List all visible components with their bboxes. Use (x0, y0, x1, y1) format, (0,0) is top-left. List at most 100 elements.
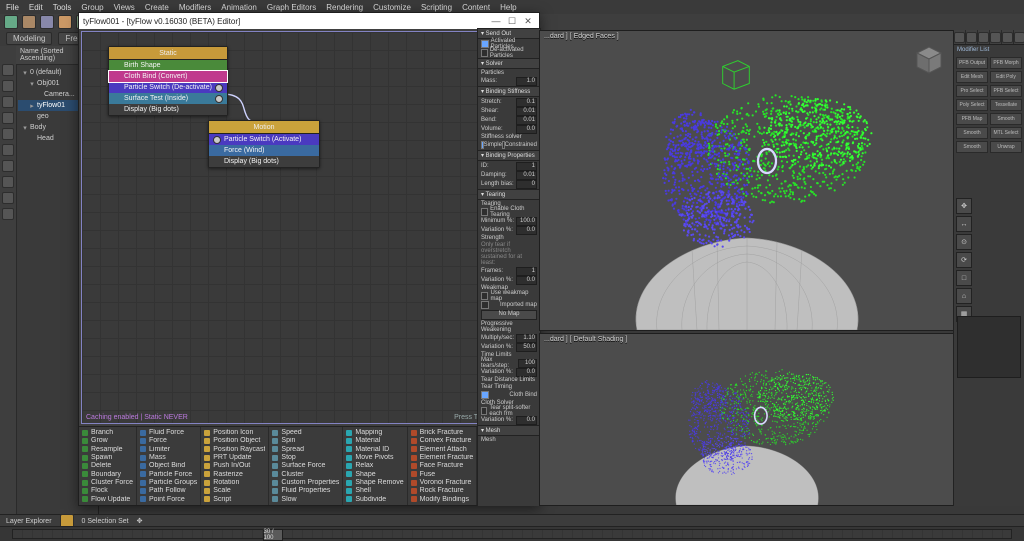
palette-operator[interactable]: Element Fracture (411, 454, 474, 461)
spinner-input[interactable]: 0.01 (516, 116, 537, 125)
menu-views[interactable]: Views (114, 3, 135, 12)
spinner-input[interactable]: 0.01 (516, 171, 537, 180)
palette-operator[interactable]: Object Bind (140, 462, 197, 469)
scene-filter-button[interactable] (2, 208, 14, 220)
modifier-button[interactable]: PFB Map (956, 113, 988, 125)
palette-operator[interactable]: Mapping (346, 429, 403, 436)
subobject-button[interactable]: ⟳ (956, 252, 972, 268)
palette-operator[interactable]: Fluid Force (140, 429, 197, 436)
operator-row[interactable]: Display (Big dots) (209, 156, 319, 167)
viewcube-icon[interactable] (905, 37, 947, 79)
scene-filter-button[interactable] (2, 64, 14, 76)
spinner-input[interactable]: 50.0 (516, 343, 537, 352)
modifier-stack-box[interactable] (957, 316, 1021, 378)
palette-operator[interactable]: Shape (346, 471, 403, 478)
menu-group[interactable]: Group (81, 3, 103, 12)
rollout-header[interactable]: ▾ Solver (478, 58, 540, 69)
palette-operator[interactable]: Cluster Force (82, 479, 133, 486)
menu-modifiers[interactable]: Modifiers (179, 3, 211, 12)
palette-operator[interactable]: Point Force (140, 496, 197, 503)
operator-row[interactable]: Display (Big dots) (109, 104, 227, 115)
command-panel[interactable]: Modifier List PFB OutputPFB MorphEdit Me… (953, 30, 1024, 506)
scene-explorer-toolbar[interactable] (0, 46, 17, 534)
palette-operator[interactable]: Particle Groups (140, 479, 197, 486)
palette-operator[interactable]: Boundary (82, 471, 133, 478)
subobject-button[interactable]: ⊙ (956, 234, 972, 250)
palette-operator[interactable]: Flock (82, 487, 133, 494)
palette-operator[interactable]: Fuse (411, 471, 474, 478)
modifier-button[interactable]: Edit Poly (990, 71, 1022, 83)
palette-operator[interactable]: Rasterize (204, 471, 265, 478)
palette-operator[interactable]: Custom Properties (272, 479, 339, 486)
tyflow-event-node[interactable]: StaticBirth ShapeCloth Bind (Convert)Par… (108, 46, 228, 116)
spinner-input[interactable]: 1 (516, 162, 537, 171)
viewport-bottom-label[interactable]: ...dard ] [ Default Shading ] (544, 336, 627, 343)
subobject-button[interactable]: ↔ (956, 216, 972, 232)
command-tab[interactable] (966, 30, 978, 44)
palette-operator[interactable]: Force (140, 437, 197, 444)
palette-operator[interactable]: Path Follow (140, 487, 197, 494)
viewport-top-label[interactable]: ...dard ] [ Edged Faces ] (544, 33, 619, 40)
toolbar-button[interactable] (40, 15, 54, 29)
palette-operator[interactable]: Limiter (140, 446, 197, 453)
close-button[interactable]: ✕ (521, 15, 535, 27)
modifier-buttons[interactable]: PFB OutputPFB MorphEdit MeshEdit PolyPro… (954, 55, 1024, 155)
palette-operator[interactable]: Cluster (272, 471, 339, 478)
tyflow-editor-window[interactable]: tyFlow001 - [tyFlow v0.16030 (BETA) Edit… (78, 12, 540, 506)
operator-row[interactable]: Force (Wind) (209, 145, 319, 156)
spinner-input[interactable]: 0.0 (516, 416, 537, 425)
menu-animation[interactable]: Animation (221, 3, 257, 12)
event-header[interactable]: Static (109, 47, 227, 60)
palette-operator[interactable]: Shape Remove (346, 479, 403, 486)
viewport-bottom[interactable]: ...dard ] [ Default Shading ] (539, 333, 954, 506)
viewport-area[interactable]: ...dard ] [ Edged Faces ] ...dard ] [ De… (539, 30, 954, 506)
palette-operator[interactable]: Surface Force (272, 462, 339, 469)
spinner-input[interactable]: 0.1 (516, 98, 537, 107)
palette-operator[interactable]: Rotation (204, 479, 265, 486)
tyflow-titlebar[interactable]: tyFlow001 - [tyFlow v0.16030 (BETA) Edit… (79, 13, 539, 29)
palette-operator[interactable]: Flow Update (82, 496, 133, 503)
selection-set-label[interactable]: 0 Selection Set (82, 518, 129, 525)
palette-operator[interactable]: Position Raycast (204, 446, 265, 453)
palette-operator[interactable]: Stop (272, 454, 339, 461)
transform-type-in-strip[interactable]: ✥↔⊙⟳□⌂▦ (956, 198, 972, 322)
time-slider-track[interactable]: 30 / 100 (12, 529, 1012, 539)
modifier-button[interactable]: Edit Mesh (956, 71, 988, 83)
radio-pair[interactable]: Simple Constrained (481, 141, 537, 149)
tyflow-node-canvas[interactable]: Caching enabled | Static NEVER Press TAB… (81, 31, 537, 424)
rollout-header[interactable]: ▾ Binding Properties (478, 150, 540, 161)
palette-operator[interactable]: Shell (346, 487, 403, 494)
check-option[interactable]: Enable Cloth Tearing (481, 208, 537, 216)
tyflow-operator-rollouts[interactable]: ▾ Send OutActivated ParticlesDe-activate… (477, 28, 541, 506)
palette-operator[interactable]: Relax (346, 462, 403, 469)
scene-filter-button[interactable] (2, 80, 14, 92)
check-option[interactable]: Cloth Bind (481, 391, 537, 399)
menu-scripting[interactable]: Scripting (421, 3, 452, 12)
scene-filter-button[interactable] (2, 176, 14, 188)
subobject-button[interactable]: □ (956, 270, 972, 286)
check-option[interactable]: Tear split-softer each frm (481, 407, 537, 415)
time-slider[interactable]: 30 / 100 (0, 526, 1024, 541)
command-tab[interactable] (954, 30, 966, 44)
scene-filter-button[interactable] (2, 144, 14, 156)
spinner-input[interactable]: 1.10 (516, 334, 537, 343)
menu-customize[interactable]: Customize (373, 3, 411, 12)
palette-operator[interactable]: Material (346, 437, 403, 444)
toolbar-button[interactable] (22, 15, 36, 29)
spinner-input[interactable]: 0.01 (516, 107, 537, 116)
scene-filter-button[interactable] (2, 128, 14, 140)
rollout-header[interactable]: ▾ Binding Stiffness (478, 86, 540, 97)
subobject-button[interactable]: ⌂ (956, 288, 972, 304)
scene-filter-button[interactable] (2, 112, 14, 124)
palette-operator[interactable]: Subdivide (346, 496, 403, 503)
toolbar-button[interactable] (4, 15, 18, 29)
palette-operator[interactable]: Spawn (82, 454, 133, 461)
operator-row[interactable]: Particle Switch (De-activate) (109, 82, 227, 93)
palette-operator[interactable]: Move Pivots (346, 454, 403, 461)
modifier-button[interactable]: PFB Morph (990, 57, 1022, 69)
transform-gizmo-icon[interactable]: ✥ (137, 517, 143, 525)
palette-operator[interactable]: Modify Bindings (411, 496, 474, 503)
menu-edit[interactable]: Edit (29, 3, 43, 12)
command-tab[interactable] (1002, 30, 1014, 44)
time-slider-knob[interactable]: 30 / 100 (263, 529, 283, 541)
